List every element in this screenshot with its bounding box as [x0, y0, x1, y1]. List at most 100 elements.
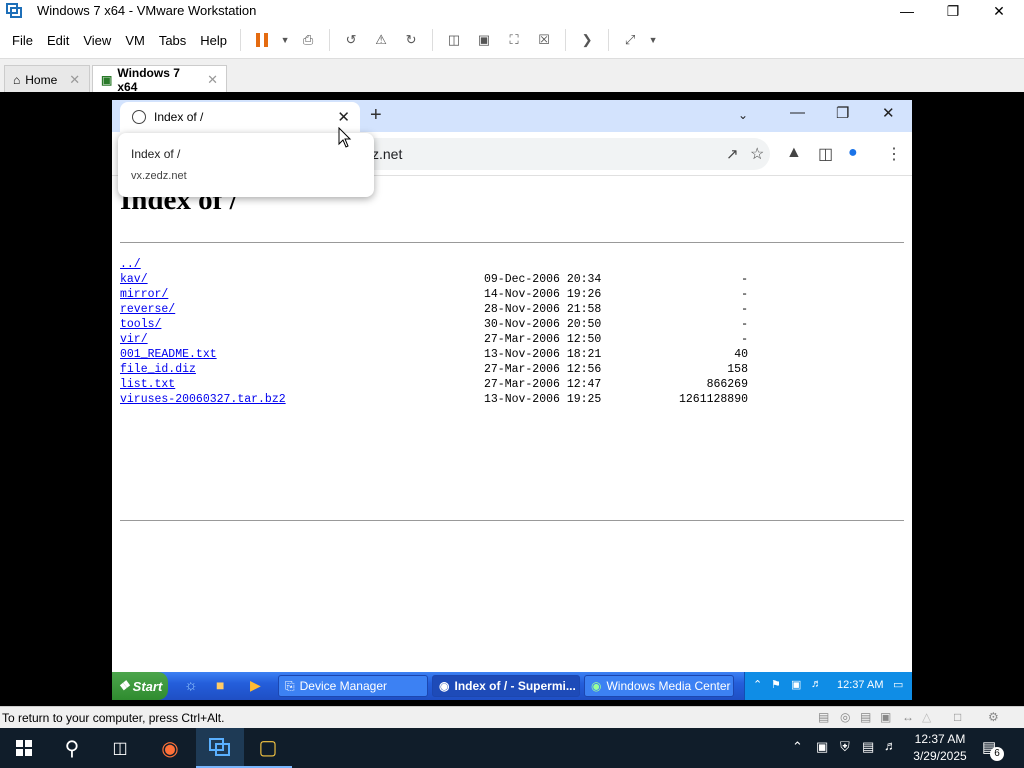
revert-snapshot-icon[interactable]: ⚠ [366, 25, 396, 55]
display-icon[interactable]: □ [954, 710, 961, 724]
task-view-icon[interactable]: ◫ [96, 728, 144, 768]
close-tab-windows7-icon[interactable]: ✕ [207, 72, 218, 88]
tab-windows7-label: Windows 7 x64 [117, 65, 180, 94]
tab-windows7[interactable]: ▣ Windows 7 x64 ✕ [92, 65, 227, 94]
pause-icon[interactable] [247, 25, 277, 55]
address-text: z.net [372, 146, 403, 162]
guest-clock[interactable]: 12:37 AM [837, 679, 883, 691]
menu-tabs[interactable]: Tabs [152, 33, 193, 48]
cd-drive-icon[interactable]: ◎ [840, 710, 850, 724]
action-center-flag-icon[interactable]: ⚑ [771, 678, 781, 691]
thumbnail-bar-icon[interactable]: ▣ [469, 25, 499, 55]
host-taskbar: ⚲ ◫ ◉ ▢ ⌃ ▣ ⛨ ▤ ♬ 12:37 AM 3/29/2025 ▤ 6 [0, 728, 1024, 768]
chrome-close-button[interactable]: ✕ [882, 104, 895, 122]
chrome-minimize-button[interactable]: — [790, 104, 805, 121]
hard-disk-icon[interactable]: ▤ [818, 710, 829, 724]
ie-quicklaunch-icon[interactable]: ☼ [184, 677, 198, 694]
listing-link[interactable]: file_id.diz [120, 363, 196, 376]
usb-icon[interactable]: ↔ [902, 710, 914, 724]
vmware-tab-bar: ⌂ Home ✕ ▣ Windows 7 x64 ✕ [0, 58, 1024, 94]
explorer-quicklaunch-icon[interactable]: ■ [216, 677, 224, 693]
network-adapter-icon[interactable]: ▣ [880, 710, 891, 724]
vmware-taskbar-icon[interactable] [196, 728, 244, 768]
vmware-status-bar: To return to your computer, press Ctrl+A… [0, 706, 1024, 728]
chrome-menu-icon[interactable]: ⋮ [886, 144, 902, 164]
close-button[interactable]: ✕ [976, 0, 1022, 22]
meet-now-icon[interactable]: ▣ [816, 739, 828, 755]
windows-start-icon[interactable] [0, 728, 48, 768]
listing-link[interactable]: reverse/ [120, 303, 175, 316]
listing-link[interactable]: viruses-20060327.tar.bz2 [120, 393, 286, 406]
speaker-muted-icon[interactable]: ♬ [884, 738, 897, 753]
network-status-icon[interactable]: ▤ [862, 739, 874, 755]
vm-icon: ▣ [101, 72, 113, 87]
menu-view[interactable]: View [76, 33, 118, 48]
unity-icon[interactable]: ☒ [529, 25, 559, 55]
side-panel-icon[interactable]: ◫ [818, 144, 833, 164]
send-ctrl-alt-del-icon[interactable]: ⎙ [293, 25, 323, 55]
listing-link[interactable]: ../ [120, 258, 141, 271]
defender-icon[interactable]: ⛨ [840, 739, 850, 755]
stretch-dropdown-icon[interactable]: ▼ [645, 25, 661, 55]
notification-count-badge: 6 [990, 747, 1004, 761]
sound-card-icon[interactable]: △ [922, 710, 931, 724]
listing-link[interactable]: list.txt [120, 378, 175, 391]
chrome-tab-title: Index of / [154, 110, 204, 124]
listing-link[interactable]: tools/ [120, 318, 161, 331]
menu-help[interactable]: Help [193, 33, 234, 48]
status-message: To return to your computer, press Ctrl+A… [2, 711, 225, 725]
page-content: Index of / ../kav/09-Dec-2006 20:34- mirr… [120, 176, 904, 672]
menu-edit[interactable]: Edit [40, 33, 76, 48]
extensions-icon[interactable]: ▲ [786, 144, 802, 162]
settings-icon[interactable]: ⚙ [988, 710, 999, 724]
maximize-button[interactable]: ❐ [930, 0, 976, 22]
search-icon[interactable]: ⚲ [48, 728, 96, 768]
start-button[interactable]: ❖ Start [112, 672, 168, 700]
window-title: Windows 7 x64 - VMware Workstation [37, 3, 257, 18]
volume-icon[interactable]: ♬ [811, 678, 822, 690]
listing-row: ../ [120, 258, 141, 273]
media-quicklaunch-icon[interactable]: ▶ [250, 677, 261, 694]
listing-link[interactable]: vir/ [120, 333, 148, 346]
show-hidden-icons-chevron-icon[interactable]: ⌃ [792, 739, 803, 755]
chrome-tab[interactable]: Index of / ✕ [120, 102, 360, 132]
host-clock[interactable]: 12:37 AM 3/29/2025 [905, 731, 975, 765]
power-dropdown-icon[interactable]: ▼ [277, 25, 293, 55]
tab-search-icon[interactable]: ⌄ [738, 108, 748, 122]
firefox-icon[interactable]: ◉ [146, 728, 194, 768]
tab-home[interactable]: ⌂ Home ✕ [4, 65, 90, 93]
network-icon[interactable]: ▣ [791, 678, 801, 691]
show-desktop-icon[interactable]: ▭ [893, 678, 903, 691]
listing-date: 27-Mar-2006 12:56 [484, 363, 602, 376]
show-hidden-icons-icon[interactable]: ⌃ [753, 678, 762, 691]
listing-link[interactable]: 001_README.txt [120, 348, 217, 361]
snapshot-icon[interactable]: ↺ [336, 25, 366, 55]
profile-icon[interactable]: ● [848, 144, 858, 162]
listing-row: list.txt 27-Mar-2006 12:47 866269 [120, 378, 748, 393]
listing-link[interactable]: kav/ [120, 273, 148, 286]
listing-size: 158 [727, 363, 748, 376]
home-icon: ⌂ [13, 72, 21, 87]
full-screen-icon[interactable]: ⛶ [499, 25, 529, 55]
console-view-icon[interactable]: ❯ [572, 25, 602, 55]
bookmark-star-icon[interactable]: ☆ [750, 144, 764, 164]
snapshot-manager-icon[interactable]: ↻ [396, 25, 426, 55]
menu-file[interactable]: File [5, 33, 40, 48]
floppy-icon[interactable]: ▤ [860, 710, 871, 724]
listing-link[interactable]: mirror/ [120, 288, 168, 301]
close-tab-home-icon[interactable]: ✕ [69, 72, 80, 88]
taskbar-media-center[interactable]: ◉ Windows Media Center [584, 675, 734, 697]
listing-date: 27-Mar-2006 12:50 [484, 333, 602, 346]
taskbar-chrome[interactable]: ◉ Index of / - Supermi... [432, 675, 580, 697]
taskbar-device-manager[interactable]: ⎘ Device Manager [278, 675, 428, 697]
listing-size: - [741, 318, 748, 331]
menu-vm[interactable]: VM [118, 33, 152, 48]
file-explorer-icon[interactable]: ▢ [244, 728, 292, 768]
new-tab-icon[interactable]: + [370, 104, 382, 127]
minimize-button[interactable]: — [884, 0, 930, 22]
share-icon[interactable]: ↗ [726, 145, 739, 163]
library-icon[interactable]: ◫ [439, 25, 469, 55]
close-tab-icon[interactable]: ✕ [337, 108, 350, 126]
chrome-restore-button[interactable]: ❐ [836, 104, 849, 122]
stretch-guest-icon[interactable]: ⤢ [615, 25, 645, 55]
